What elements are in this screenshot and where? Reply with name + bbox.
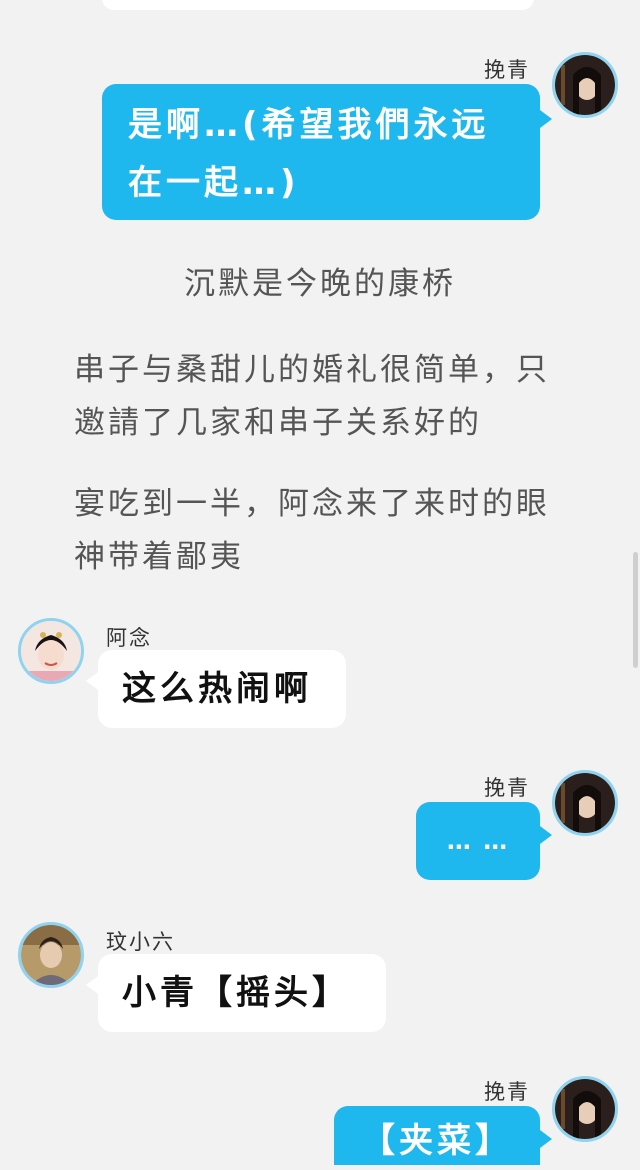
bubble-tail: [86, 672, 98, 690]
sender-name-wanqing: 挽青: [484, 58, 530, 82]
sender-name-wenxiaoliu: 玟小六: [106, 930, 175, 954]
message-bubble-wanqing[interactable]: … …: [416, 802, 540, 880]
sender-name-anian: 阿念: [106, 626, 152, 650]
message-bubble-wanqing[interactable]: 【夹菜】: [334, 1106, 540, 1165]
avatar-wanqing[interactable]: [552, 1076, 618, 1142]
message-text: 这么热闹啊: [122, 669, 312, 709]
message-text: 是啊…(希望我們永远在一起…): [128, 105, 490, 203]
narration-paragraph: 宴吃到一半，阿念来了来时的眼神带着鄙夷: [74, 486, 550, 575]
message-bubble-anian[interactable]: 这么热闹啊: [98, 650, 346, 728]
previous-message-bubble: [102, 0, 534, 10]
message-text: 【夹菜】: [361, 1121, 513, 1161]
message-bubble-wenxiaoliu[interactable]: 小青【摇头】: [98, 954, 386, 1032]
bubble-tail: [540, 826, 552, 844]
bubble-tail: [86, 976, 98, 994]
scrollbar[interactable]: [633, 552, 638, 668]
bubble-tail: [540, 1130, 552, 1148]
avatar-wenxiaoliu[interactable]: [18, 922, 84, 988]
avatar-wanqing[interactable]: [552, 52, 618, 118]
narration-paragraph: 串子与桑甜儿的婚礼很简单，只邀請了几家和串子关系好的: [74, 352, 550, 441]
avatar-wanqing[interactable]: [552, 770, 618, 836]
message-text: 小青【摇头】: [122, 973, 350, 1013]
sender-name-wanqing: 挽青: [484, 776, 530, 800]
narration-line: 沉默是今晚的康桥: [184, 266, 456, 302]
message-text: … …: [446, 827, 510, 855]
sender-name-wanqing: 挽青: [484, 1080, 530, 1104]
bubble-tail: [540, 110, 552, 128]
message-bubble-wanqing[interactable]: 是啊…(希望我們永远在一起…): [102, 84, 540, 220]
avatar-anian[interactable]: [18, 618, 84, 684]
